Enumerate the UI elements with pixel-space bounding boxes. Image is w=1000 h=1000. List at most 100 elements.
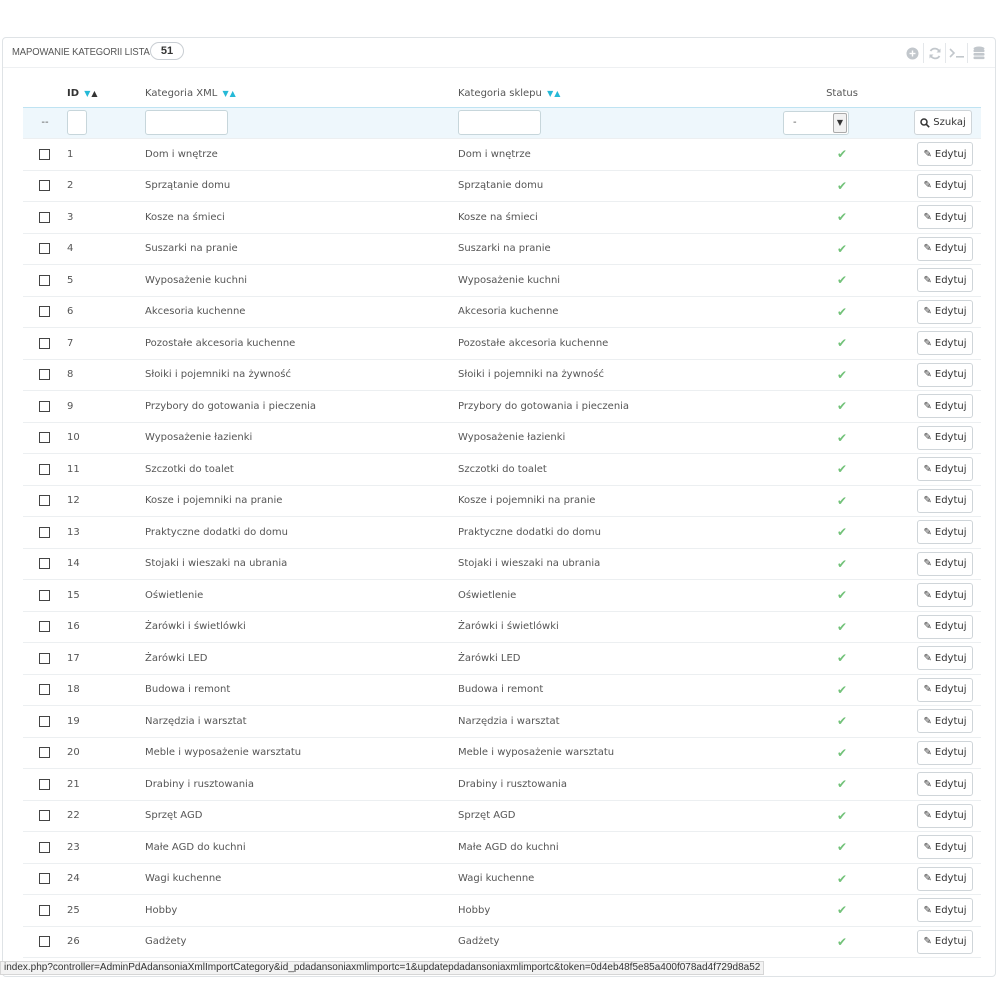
table-row[interactable]: 16 Żarówki i świetlówki Żarówki i świetlów… <box>23 611 981 643</box>
edit-button[interactable]: ✎ Edytuj <box>917 551 973 576</box>
row-checkbox[interactable] <box>39 495 50 507</box>
edit-button[interactable]: ✎ Edytuj <box>917 331 973 356</box>
edit-button[interactable]: ✎ Edytuj <box>917 929 973 954</box>
xml-sort-arrows-icon[interactable]: ▼▲ <box>222 89 236 98</box>
add-icon[interactable] <box>901 43 923 63</box>
edit-button[interactable]: ✎ Edytuj <box>917 866 973 891</box>
header-shop-category[interactable]: Kategoria sklepu ▼▲ <box>458 80 772 107</box>
edit-button[interactable]: ✎ Edytuj <box>917 803 973 828</box>
edit-button[interactable]: ✎ Edytuj <box>917 488 973 513</box>
table-row[interactable]: 18 Budowa i remont Budowa i remont ✔ ✎ Edytuj <box>23 674 981 706</box>
check-icon[interactable]: ✔ <box>772 462 912 476</box>
check-icon[interactable]: ✔ <box>772 147 912 161</box>
chevron-down-icon[interactable]: ▼ <box>833 112 847 133</box>
edit-button[interactable]: ✎ Edytuj <box>917 362 973 387</box>
row-checkbox[interactable] <box>39 148 50 160</box>
row-checkbox[interactable] <box>39 274 50 286</box>
table-row[interactable]: 3 Kosze na śmieci Kosze na śmieci ✔ ✎ Edytuj <box>23 201 981 234</box>
table-row[interactable]: 21 Drabiny i rusztowania Drabiny i rusztow… <box>23 768 981 801</box>
edit-button[interactable]: ✎ Edytuj <box>917 677 973 702</box>
row-checkbox[interactable] <box>39 589 50 601</box>
row-checkbox[interactable] <box>39 243 50 255</box>
check-icon[interactable]: ✔ <box>772 903 912 917</box>
row-checkbox[interactable] <box>39 810 50 822</box>
sql-query-icon[interactable] <box>945 43 967 63</box>
table-row[interactable]: 1 Dom i wnętrze Dom i wnętrze ✔ ✎ Edytuj <box>23 138 981 171</box>
check-icon[interactable]: ✔ <box>772 242 912 256</box>
table-row[interactable]: 5 Wyposażenie kuchni Wyposażenie kuchni ✔ ✎ E… <box>23 264 981 297</box>
table-row[interactable]: 7 Pozostałe akcesoria kuchenne Pozostałe a… <box>23 327 981 360</box>
table-row[interactable]: 6 Akcesoria kuchenne Akcesoria kuchenne ✔ ✎ E… <box>23 296 981 328</box>
row-checkbox[interactable] <box>39 558 50 570</box>
table-row[interactable]: 22 Sprzęt AGD Sprzęt AGD ✔ ✎ Edytuj <box>23 800 981 832</box>
edit-button[interactable]: ✎ Edytuj <box>917 236 973 261</box>
header-id[interactable]: ID ▼▲ <box>67 80 145 107</box>
table-row[interactable]: 19 Narzędzia i warsztat Narzędzia i warszt… <box>23 705 981 738</box>
edit-button[interactable]: ✎ Edytuj <box>917 425 973 450</box>
row-checkbox[interactable] <box>39 400 50 412</box>
table-row[interactable]: 9 Przybory do gotowania i pieczenia Przybo… <box>23 390 981 423</box>
check-icon[interactable]: ✔ <box>772 777 912 791</box>
table-row[interactable]: 15 Oświetlenie Oświetlenie ✔ ✎ Edytuj <box>23 579 981 612</box>
table-row[interactable]: 25 Hobby Hobby ✔ ✎ Edytuj <box>23 894 981 927</box>
row-checkbox[interactable] <box>39 747 50 759</box>
check-icon[interactable]: ✔ <box>772 651 912 665</box>
check-icon[interactable]: ✔ <box>772 557 912 571</box>
edit-button[interactable]: ✎ Edytuj <box>917 394 973 419</box>
table-row[interactable]: 17 Żarówki LED Żarówki LED ✔ ✎ Edytuj <box>23 642 981 675</box>
edit-button[interactable]: ✎ Edytuj <box>917 142 973 167</box>
row-checkbox[interactable] <box>39 904 50 916</box>
row-checkbox[interactable] <box>39 873 50 885</box>
check-icon[interactable]: ✔ <box>772 714 912 728</box>
table-row[interactable]: 24 Wagi kuchenne Wagi kuchenne ✔ ✎ Edytuj <box>23 863 981 895</box>
id-filter-input[interactable] <box>67 110 87 136</box>
export-icon[interactable] <box>967 43 989 63</box>
row-checkbox[interactable] <box>39 936 50 948</box>
row-checkbox[interactable] <box>39 463 50 475</box>
table-row[interactable]: 4 Suszarki na pranie Suszarki na pranie ✔ ✎ E… <box>23 233 981 265</box>
edit-button[interactable]: ✎ Edytuj <box>917 646 973 671</box>
edit-button[interactable]: ✎ Edytuj <box>917 772 973 797</box>
check-icon[interactable]: ✔ <box>772 336 912 350</box>
check-icon[interactable]: ✔ <box>772 683 912 697</box>
check-icon[interactable]: ✔ <box>772 210 912 224</box>
shop-sort-arrows-icon[interactable]: ▼▲ <box>547 89 561 98</box>
row-checkbox[interactable] <box>39 715 50 727</box>
row-checkbox[interactable] <box>39 337 50 349</box>
edit-button[interactable]: ✎ Edytuj <box>917 299 973 324</box>
edit-button[interactable]: ✎ Edytuj <box>917 709 973 734</box>
check-icon[interactable]: ✔ <box>772 809 912 823</box>
id-sort-arrows-icon[interactable]: ▼▲ <box>84 89 98 98</box>
row-checkbox[interactable] <box>39 432 50 444</box>
table-row[interactable]: 14 Stojaki i wieszaki na ubrania Stojaki i… <box>23 548 981 580</box>
table-row[interactable]: 10 Wyposażenie łazienki Wyposażenie łazien… <box>23 422 981 454</box>
row-checkbox[interactable] <box>39 306 50 318</box>
row-checkbox[interactable] <box>39 778 50 790</box>
row-checkbox[interactable] <box>39 211 50 223</box>
check-icon[interactable]: ✔ <box>772 179 912 193</box>
edit-button[interactable]: ✎ Edytuj <box>917 898 973 923</box>
check-icon[interactable]: ✔ <box>772 399 912 413</box>
check-icon[interactable]: ✔ <box>772 746 912 760</box>
check-icon[interactable]: ✔ <box>772 368 912 382</box>
check-icon[interactable]: ✔ <box>772 872 912 886</box>
table-row[interactable]: 20 Meble i wyposażenie warsztatu Meble i w… <box>23 737 981 769</box>
table-row[interactable]: 23 Małe AGD do kuchni Małe AGD do kuchni ✔ ✎… <box>23 831 981 864</box>
row-checkbox[interactable] <box>39 652 50 664</box>
check-icon[interactable]: ✔ <box>772 620 912 634</box>
edit-button[interactable]: ✎ Edytuj <box>917 268 973 293</box>
edit-button[interactable]: ✎ Edytuj <box>917 583 973 608</box>
table-row[interactable]: 26 Gadżety Gadżety ✔ ✎ Edytuj <box>23 926 981 958</box>
edit-button[interactable]: ✎ Edytuj <box>917 173 973 198</box>
check-icon[interactable]: ✔ <box>772 935 912 949</box>
row-checkbox[interactable] <box>39 621 50 633</box>
check-icon[interactable]: ✔ <box>772 494 912 508</box>
check-icon[interactable]: ✔ <box>772 840 912 854</box>
check-icon[interactable]: ✔ <box>772 431 912 445</box>
shop-category-filter-input[interactable] <box>458 110 541 136</box>
header-xml-category[interactable]: Kategoria XML ▼▲ <box>145 80 458 107</box>
table-row[interactable]: 12 Kosze i pojemniki na pranie Kosze i poj… <box>23 485 981 517</box>
search-button[interactable]: Szukaj <box>914 110 972 136</box>
table-row[interactable]: 13 Praktyczne dodatki do domu Praktyczne d… <box>23 516 981 549</box>
check-icon[interactable]: ✔ <box>772 525 912 539</box>
